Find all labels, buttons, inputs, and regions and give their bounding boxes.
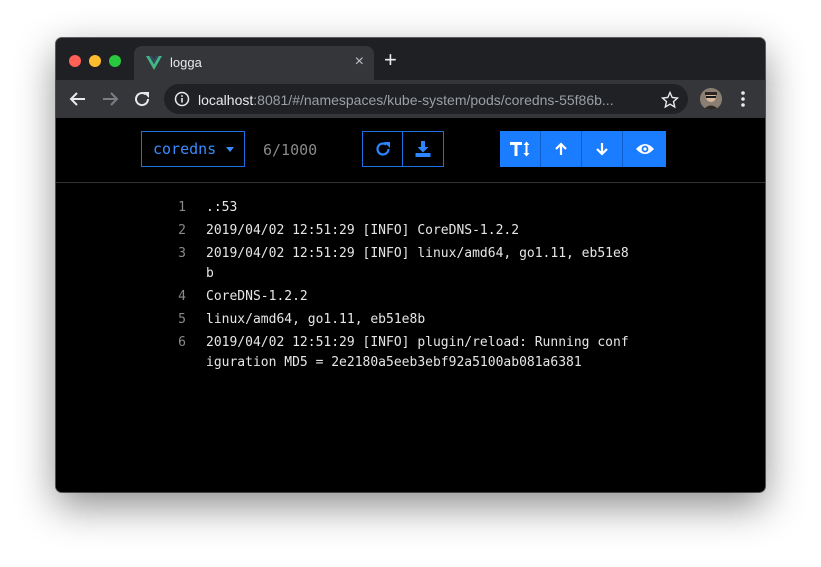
download-button[interactable] bbox=[403, 131, 444, 167]
url-host: localhost bbox=[198, 92, 254, 108]
tab-strip: logga × + bbox=[56, 38, 765, 80]
minimize-window-button[interactable] bbox=[89, 55, 101, 67]
tab-title: logga bbox=[170, 55, 202, 70]
app-header: coredns 6/1000 bbox=[56, 118, 765, 183]
line-number: 1 bbox=[178, 200, 186, 215]
log-line: 2 2019/04/02 12:51:29 [INFO] CoreDNS-1.2… bbox=[56, 221, 765, 241]
download-icon bbox=[415, 141, 431, 157]
log-text: linux/amd64, go1.11, eb51e8b bbox=[206, 312, 426, 327]
info-icon[interactable] bbox=[174, 91, 190, 107]
line-count: 6/1000 bbox=[263, 141, 318, 159]
line-number: 5 bbox=[178, 312, 186, 327]
browser-window: logga × + localhost:8081/#/namespaces/ku… bbox=[56, 38, 765, 492]
line-number: 6 bbox=[178, 335, 186, 350]
tab-close-icon[interactable]: × bbox=[355, 54, 364, 70]
pod-selector[interactable]: coredns bbox=[141, 131, 245, 167]
eye-icon bbox=[635, 144, 654, 154]
log-text: .:53 bbox=[206, 200, 238, 215]
line-number: 4 bbox=[178, 289, 186, 304]
avatar-image bbox=[700, 88, 722, 110]
log-line: 6 2019/04/02 12:51:29 [INFO] plugin/relo… bbox=[56, 333, 765, 373]
new-tab-button[interactable]: + bbox=[384, 49, 397, 71]
text-size-icon bbox=[510, 141, 530, 157]
refresh-button[interactable] bbox=[362, 131, 403, 167]
line-number: 3 bbox=[178, 246, 186, 261]
profile-avatar[interactable] bbox=[700, 88, 722, 110]
log-text: 2019/04/02 12:51:29 [INFO] CoreDNS-1.2.2 bbox=[206, 223, 520, 238]
log-line: 4 CoreDNS-1.2.2 bbox=[56, 287, 765, 307]
watch-toggle-button[interactable] bbox=[623, 131, 666, 167]
back-arrow-icon[interactable] bbox=[68, 89, 88, 109]
browser-tab[interactable]: logga × bbox=[134, 46, 374, 80]
log-view: 1 .:53 2 2019/04/02 12:51:29 [INFO] Core… bbox=[56, 198, 765, 376]
text-size-button[interactable] bbox=[500, 131, 541, 167]
reload-icon[interactable] bbox=[132, 89, 152, 109]
log-line: 5 linux/amd64, go1.11, eb51e8b bbox=[56, 310, 765, 330]
url-path: :8081/#/namespaces/kube-system/pods/core… bbox=[253, 92, 614, 108]
forward-arrow-icon[interactable] bbox=[100, 89, 120, 109]
scroll-bottom-button[interactable] bbox=[582, 131, 623, 167]
address-bar[interactable]: localhost:8081/#/namespaces/kube-system/… bbox=[164, 84, 688, 114]
log-text: 2019/04/02 12:51:29 [INFO] plugin/reload… bbox=[206, 335, 629, 370]
log-line: 3 2019/04/02 12:51:29 [INFO] linux/amd64… bbox=[56, 244, 765, 284]
more-menu-icon[interactable] bbox=[738, 89, 748, 109]
logga-app: coredns 6/1000 1 .:53 2 2019/04/02 12:51… bbox=[56, 118, 765, 492]
action-buttons bbox=[362, 131, 444, 167]
log-text: 2019/04/02 12:51:29 [INFO] linux/amd64, … bbox=[206, 246, 629, 281]
refresh-icon bbox=[375, 142, 390, 156]
maximize-window-button[interactable] bbox=[109, 55, 121, 67]
scroll-top-button[interactable] bbox=[541, 131, 582, 167]
view-toggles bbox=[500, 131, 666, 167]
vue-logo-icon bbox=[146, 56, 162, 70]
url-text: localhost:8081/#/namespaces/kube-system/… bbox=[198, 92, 648, 108]
arrow-up-icon bbox=[555, 142, 567, 155]
bookmark-star-icon[interactable] bbox=[661, 91, 679, 109]
line-number: 2 bbox=[178, 223, 186, 238]
browser-toolbar: localhost:8081/#/namespaces/kube-system/… bbox=[56, 80, 765, 118]
log-line: 1 .:53 bbox=[56, 198, 765, 218]
close-window-button[interactable] bbox=[69, 55, 81, 67]
arrow-down-icon bbox=[596, 143, 608, 156]
caret-down-icon bbox=[226, 147, 234, 152]
log-text: CoreDNS-1.2.2 bbox=[206, 289, 308, 304]
pod-name: coredns bbox=[153, 140, 217, 158]
